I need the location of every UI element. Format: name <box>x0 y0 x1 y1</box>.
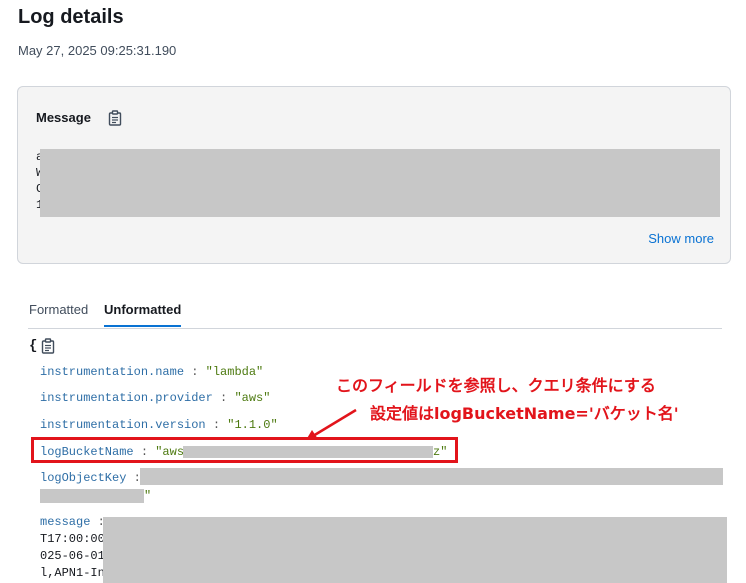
annotation-line-1: このフィールドを参照し、クエリ条件にする <box>336 376 656 395</box>
annotation-arrow <box>306 408 357 440</box>
annotation-line-2: 設定値はlogBucketName='バケット名' <box>370 404 679 423</box>
